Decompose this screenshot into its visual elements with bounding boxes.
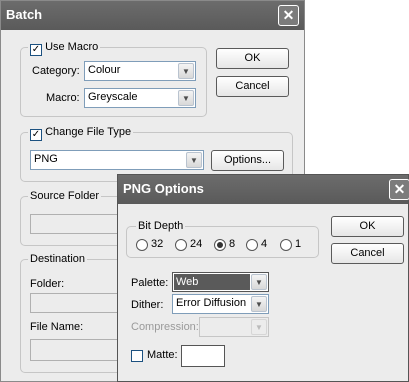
matte-color-swatch[interactable] <box>181 345 225 367</box>
chevron-down-icon[interactable]: ▼ <box>251 274 267 290</box>
png-options-dialog: PNG Options ✕ Bit Depth 32 24 8 4 1 OK C… <box>117 174 409 382</box>
destination-folder-input[interactable] <box>30 293 120 313</box>
matte-checkbox[interactable] <box>131 350 143 362</box>
dither-value: Error Diffusion <box>176 297 247 309</box>
bit-depth-32-label: 32 <box>151 238 164 250</box>
source-folder-label: Source Folder <box>28 190 102 202</box>
png-options-titlebar[interactable]: PNG Options ✕ <box>118 175 409 204</box>
batch-titlebar[interactable]: Batch ✕ <box>1 1 304 30</box>
png-ok-button[interactable]: OK <box>331 216 404 237</box>
chevron-down-icon[interactable]: ▼ <box>178 63 194 79</box>
use-macro-legend: ✓ Use Macro <box>28 41 101 56</box>
bit-depth-24-label: 24 <box>190 238 203 250</box>
chevron-down-icon[interactable]: ▼ <box>186 152 202 168</box>
folder-label: Folder: <box>30 278 65 290</box>
file-type-value: PNG <box>34 153 58 165</box>
bit-depth-label: Bit Depth <box>136 220 186 232</box>
chevron-down-icon[interactable]: ▼ <box>178 90 194 106</box>
cancel-button[interactable]: Cancel <box>216 76 289 97</box>
file-name-label: File Name: <box>30 321 84 333</box>
checkmark-icon: ✓ <box>31 44 41 55</box>
bit-depth-4-radio[interactable] <box>246 239 258 251</box>
category-value: Colour <box>88 64 121 76</box>
use-macro-checkbox[interactable]: ✓ <box>30 44 42 56</box>
compression-select: ▼ <box>199 317 269 337</box>
batch-title: Batch <box>6 7 43 22</box>
file-name-input[interactable] <box>30 339 120 361</box>
category-label: Category: <box>32 65 80 77</box>
matte-label: Matte: <box>147 349 178 361</box>
ok-button[interactable]: OK <box>216 48 289 69</box>
macro-value: Greyscale <box>88 91 138 103</box>
bit-depth-1-radio[interactable] <box>280 239 292 251</box>
dither-label: Dither: <box>131 299 164 311</box>
bit-depth-8-radio[interactable] <box>214 239 226 251</box>
bit-depth-4-label: 4 <box>261 238 268 250</box>
bit-depth-32-radio[interactable] <box>136 239 148 251</box>
chevron-down-icon: ▼ <box>251 319 267 335</box>
palette-label: Palette: <box>131 277 169 289</box>
palette-value: Web <box>174 274 250 290</box>
macro-label: Macro: <box>46 92 80 104</box>
close-icon[interactable]: ✕ <box>278 5 299 26</box>
destination-label: Destination <box>28 253 88 265</box>
macro-select[interactable]: Greyscale ▼ <box>84 88 196 108</box>
use-macro-label: Use Macro <box>45 41 99 53</box>
change-file-type-legend: ✓ Change File Type <box>28 126 134 141</box>
chevron-down-icon[interactable]: ▼ <box>251 296 267 312</box>
options-button[interactable]: Options... <box>211 150 284 171</box>
close-icon[interactable]: ✕ <box>389 179 409 200</box>
file-type-select[interactable]: PNG ▼ <box>30 150 204 170</box>
dither-select[interactable]: Error Diffusion ▼ <box>172 294 269 314</box>
bit-depth-8-label: 8 <box>229 238 236 250</box>
bit-depth-24-radio[interactable] <box>175 239 187 251</box>
change-file-type-label: Change File Type <box>45 126 132 138</box>
category-select[interactable]: Colour ▼ <box>84 61 196 81</box>
change-file-type-checkbox[interactable]: ✓ <box>30 129 42 141</box>
compression-label: Compression: <box>131 321 199 333</box>
bit-depth-1-label: 1 <box>295 238 302 250</box>
png-options-title: PNG Options <box>123 181 204 196</box>
checkmark-icon: ✓ <box>31 129 41 140</box>
palette-select[interactable]: Web ▼ <box>172 272 269 292</box>
png-cancel-button[interactable]: Cancel <box>331 243 404 264</box>
source-folder-input[interactable] <box>30 214 120 234</box>
